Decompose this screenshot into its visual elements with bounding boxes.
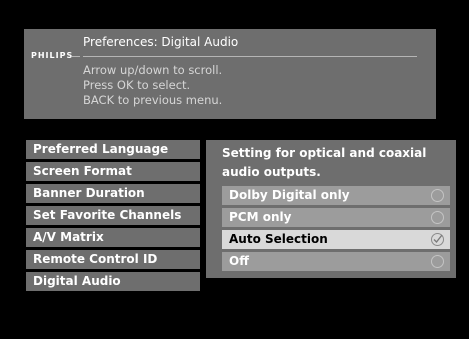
option-label: Dolby Digital only [229, 188, 350, 202]
menu-item-banner-duration[interactable]: Banner Duration [26, 184, 200, 203]
option-list: Dolby Digital only PCM only Auto Selecti… [222, 186, 450, 274]
option-label: Off [229, 254, 249, 268]
page-title: Preferences: Digital Audio [83, 35, 239, 49]
option-off[interactable]: Off [222, 252, 450, 271]
preferences-menu: Preferred Language Screen Format Banner … [26, 140, 200, 294]
radio-unchecked-icon [431, 189, 444, 202]
option-label: PCM only [229, 210, 292, 224]
menu-item-preferred-language[interactable]: Preferred Language [26, 140, 200, 159]
divider [72, 56, 80, 57]
instructions: Arrow up/down to scroll. Press OK to sel… [83, 63, 222, 108]
option-pcm-only[interactable]: PCM only [222, 208, 450, 227]
setting-description: Setting for optical and coaxial audio ou… [222, 146, 427, 179]
radio-unchecked-icon [431, 255, 444, 268]
radio-checked-icon [431, 233, 444, 246]
menu-item-remote-control-id[interactable]: Remote Control ID [26, 250, 200, 269]
divider [83, 56, 417, 57]
instruction-line: Press OK to select. [83, 78, 191, 92]
header-panel: PHILIPS Preferences: Digital Audio Arrow… [24, 29, 436, 119]
option-label: Auto Selection [229, 232, 328, 246]
instruction-line: BACK to previous menu. [83, 93, 223, 107]
check-mark-icon [433, 234, 443, 244]
brand-logo: PHILIPS [31, 51, 74, 60]
menu-item-set-favorite-channels[interactable]: Set Favorite Channels [26, 206, 200, 225]
menu-item-av-matrix[interactable]: A/V Matrix [26, 228, 200, 247]
settings-panel: Setting for optical and coaxial audio ou… [206, 140, 456, 278]
option-dolby-digital-only[interactable]: Dolby Digital only [222, 186, 450, 205]
instruction-line: Arrow up/down to scroll. [83, 63, 223, 77]
menu-item-digital-audio[interactable]: Digital Audio [26, 272, 200, 291]
radio-unchecked-icon [431, 211, 444, 224]
option-auto-selection[interactable]: Auto Selection [222, 230, 450, 249]
menu-item-screen-format[interactable]: Screen Format [26, 162, 200, 181]
